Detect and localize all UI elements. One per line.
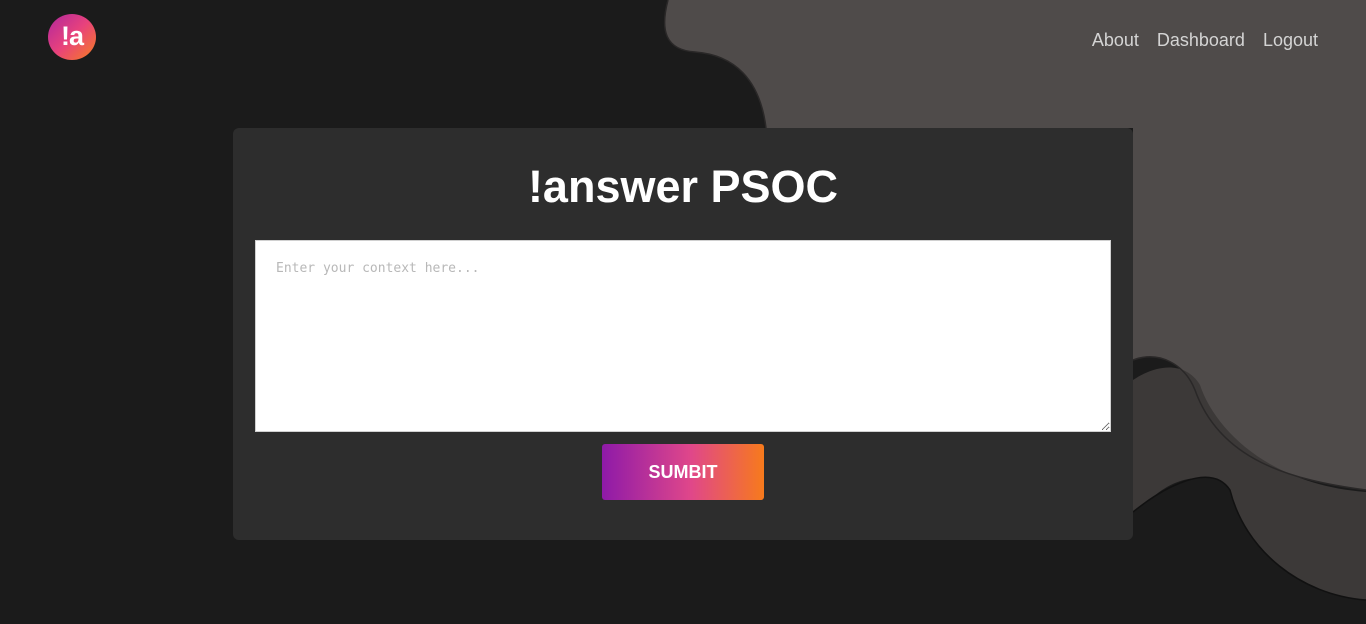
nav-link-about[interactable]: About bbox=[1092, 29, 1139, 51]
nav-link-logout[interactable]: Logout bbox=[1263, 29, 1318, 51]
context-textarea[interactable] bbox=[255, 240, 1111, 432]
nav-link-dashboard[interactable]: Dashboard bbox=[1157, 29, 1245, 51]
page-title: !answer PSOC bbox=[527, 161, 839, 212]
page: !a About Dashboard Logout !answer PSOC S… bbox=[0, 0, 1366, 624]
logo-text: !a bbox=[60, 20, 84, 51]
app-logo[interactable]: !a bbox=[48, 14, 96, 60]
submit-button[interactable]: SUMBIT bbox=[602, 444, 764, 500]
top-nav: About Dashboard Logout bbox=[1092, 29, 1318, 51]
context-card: !answer PSOC SUMBIT bbox=[233, 128, 1133, 540]
